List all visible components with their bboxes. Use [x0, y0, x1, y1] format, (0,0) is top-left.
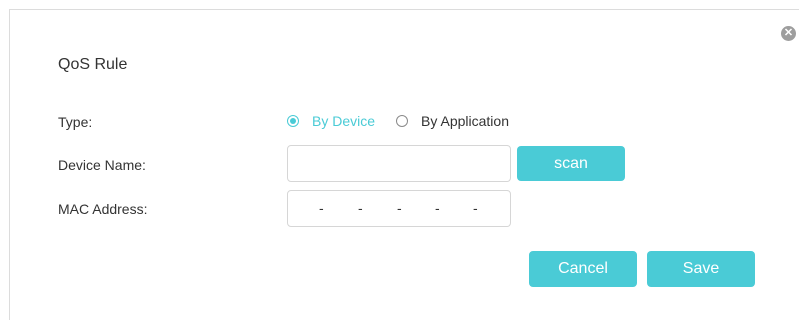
type-radio-group: By Device By Application	[287, 113, 509, 129]
cancel-button[interactable]: Cancel	[529, 251, 637, 287]
mac-separator: -	[435, 200, 440, 216]
save-button[interactable]: Save	[647, 251, 755, 287]
close-icon[interactable]: ✕	[781, 26, 796, 41]
scan-button[interactable]: scan	[517, 146, 625, 181]
type-label: Type:	[58, 114, 93, 130]
radio-by-application[interactable]: By Application	[396, 113, 509, 129]
radio-by-device[interactable]: By Device	[287, 113, 375, 129]
dialog-title: QoS Rule	[58, 56, 128, 73]
mac-separator: -	[473, 200, 478, 216]
mac-separator: -	[319, 200, 324, 216]
radio-by-application-label[interactable]: By Application	[421, 113, 509, 129]
mac-separator: -	[397, 200, 402, 216]
radio-selected-icon[interactable]	[287, 115, 299, 127]
device-name-input[interactable]	[287, 145, 511, 182]
radio-unselected-icon[interactable]	[396, 115, 409, 127]
mac-address-field[interactable]: - - - - -	[287, 190, 511, 227]
device-name-label: Device Name:	[58, 157, 146, 173]
radio-by-device-label[interactable]: By Device	[312, 113, 375, 129]
mac-address-label: MAC Address:	[58, 201, 148, 217]
mac-separator: -	[358, 200, 363, 216]
